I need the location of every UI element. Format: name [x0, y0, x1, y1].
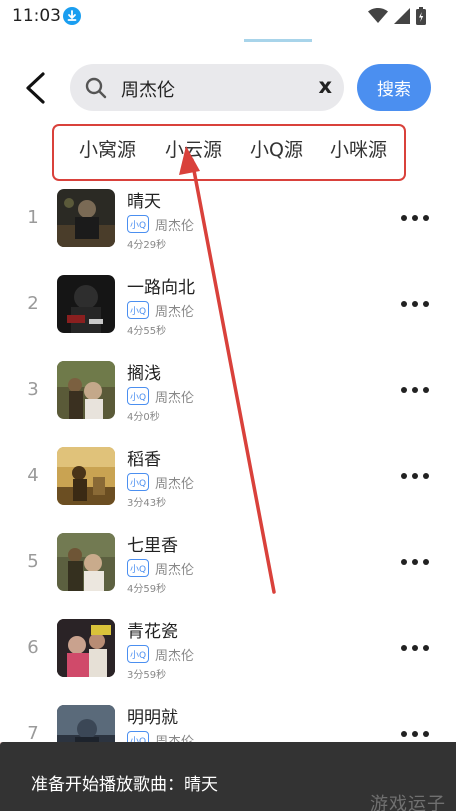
toast-message: 准备开始播放歌曲：晴天	[31, 775, 218, 795]
status-indicators	[368, 6, 426, 26]
song-artist: 周杰伦	[155, 649, 195, 664]
source-badge: 小Q	[127, 215, 149, 233]
song-row[interactable]: 6 青花瓷 小Q 周杰伦 3分59秒	[0, 616, 456, 702]
search-button[interactable]: 搜索	[357, 64, 431, 111]
more-dots-icon[interactable]	[400, 214, 430, 222]
song-row[interactable]: 5 七里香 小Q 周杰伦 4分59秒	[0, 530, 456, 616]
tab-xiaoq-source[interactable]: 小Q源	[250, 135, 303, 162]
song-row[interactable]: 2 一路向北 小Q 周杰伦 4分55秒	[0, 272, 456, 358]
source-badge: 小Q	[127, 645, 149, 663]
tab-xiaomi-source[interactable]: 小咪源	[330, 135, 387, 162]
source-badge: 小Q	[127, 559, 149, 577]
song-index: 4	[27, 465, 39, 486]
status-bar: 11:03	[0, 0, 456, 32]
search-icon	[85, 77, 107, 99]
more-dots-icon[interactable]	[400, 386, 430, 394]
signal-icon	[394, 8, 410, 24]
battery-icon	[416, 7, 426, 25]
song-title: 稻香	[127, 450, 161, 470]
song-duration: 4分0秒	[127, 412, 160, 423]
song-duration: 4分59秒	[127, 584, 167, 595]
song-artist: 周杰伦	[155, 477, 195, 492]
song-title: 一路向北	[127, 278, 195, 298]
source-badge: 小Q	[127, 387, 149, 405]
song-index: 2	[27, 293, 39, 314]
watermark: 游戏运子	[370, 794, 446, 811]
album-cover	[57, 275, 115, 333]
song-row[interactable]: 1 晴天 小Q 周杰伦 4分29秒	[0, 186, 456, 272]
search-input[interactable]: 周杰伦 x	[70, 64, 344, 111]
album-cover	[57, 619, 115, 677]
more-dots-icon[interactable]	[400, 644, 430, 652]
song-artist: 周杰伦	[155, 391, 195, 406]
song-index: 6	[27, 637, 39, 658]
tab-xiaoyun-source[interactable]: 小云源	[165, 135, 222, 162]
song-index: 7	[27, 723, 39, 744]
song-artist: 周杰伦	[155, 219, 195, 234]
song-title: 搁浅	[127, 364, 161, 384]
song-title: 青花瓷	[127, 622, 178, 642]
status-time: 11:03	[12, 6, 61, 26]
source-tabs: 小窝源 小云源 小Q源 小咪源	[52, 124, 406, 181]
album-cover	[57, 533, 115, 591]
search-query[interactable]: 周杰伦	[121, 76, 175, 102]
selected-tab-indicator	[244, 39, 312, 42]
more-dots-icon[interactable]	[400, 300, 430, 308]
song-index: 5	[27, 551, 39, 572]
song-row[interactable]: 4 稻香 小Q 周杰伦 3分43秒	[0, 444, 456, 530]
song-title: 晴天	[127, 192, 161, 212]
download-icon	[63, 7, 81, 25]
album-cover	[57, 361, 115, 419]
song-index: 1	[27, 207, 39, 228]
song-title: 七里香	[127, 536, 178, 556]
more-dots-icon[interactable]	[400, 558, 430, 566]
song-artist: 周杰伦	[155, 305, 195, 320]
more-dots-icon[interactable]	[400, 730, 430, 738]
song-title: 明明就	[127, 708, 178, 728]
playback-toast: 准备开始播放歌曲：晴天 游戏运子	[0, 742, 456, 811]
album-cover	[57, 189, 115, 247]
song-duration: 3分59秒	[127, 670, 167, 681]
song-index: 3	[27, 379, 39, 400]
clear-search-button[interactable]: x	[318, 74, 332, 98]
source-badge: 小Q	[127, 301, 149, 319]
song-duration: 4分55秒	[127, 326, 167, 337]
source-badge: 小Q	[127, 473, 149, 491]
back-button[interactable]	[18, 70, 54, 106]
wifi-icon	[368, 8, 388, 23]
song-duration: 4分29秒	[127, 240, 167, 251]
more-dots-icon[interactable]	[400, 472, 430, 480]
album-cover	[57, 447, 115, 505]
song-row[interactable]: 3 搁浅 小Q 周杰伦 4分0秒	[0, 358, 456, 444]
song-artist: 周杰伦	[155, 563, 195, 578]
song-duration: 3分43秒	[127, 498, 167, 509]
tab-xiaowo-source[interactable]: 小窝源	[79, 135, 136, 162]
back-arrow-icon	[26, 72, 45, 104]
